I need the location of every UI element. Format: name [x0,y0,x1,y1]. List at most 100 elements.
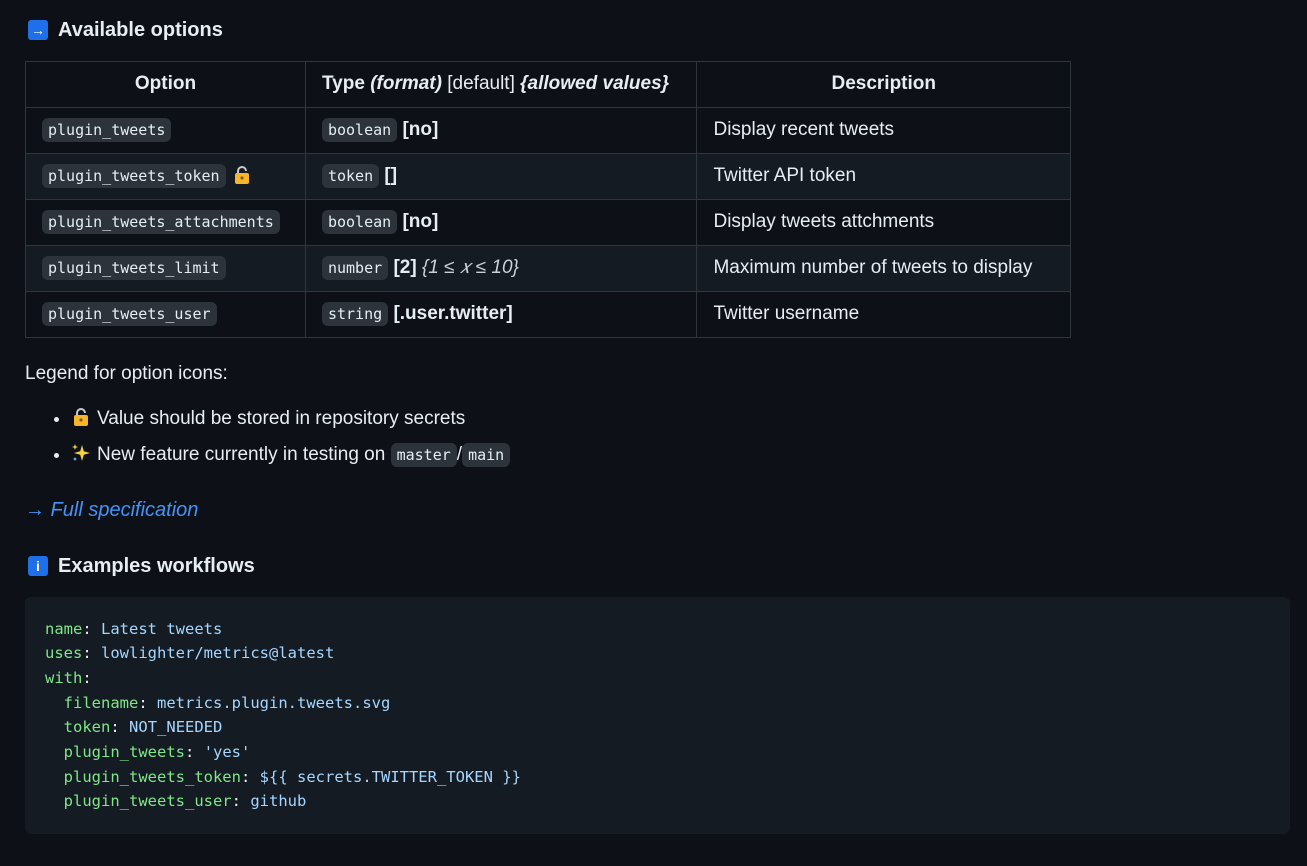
yaml-value: Latest tweets [101,619,223,638]
type-cell: number [2] {1 ≤ 𝑥 ≤ 10} [304,245,698,292]
lock-icon [234,166,249,185]
type-cell: boolean [no] [304,107,698,154]
code-line: with: [45,666,1270,691]
yaml-key: plugin_tweets_user [63,792,232,811]
yaml-value: NOT_NEEDED [129,718,223,737]
header-type: Type (format) [default] {allowed values} [304,61,698,108]
type-cell: boolean [no] [304,199,698,246]
option-cell: plugin_tweets_token [25,153,306,200]
yaml-colon: : [82,619,92,638]
yaml-value: metrics.plugin.tweets.svg [157,693,391,712]
arrow-right-icon: → [28,20,48,40]
yaml-colon: : [82,668,92,687]
yaml-colon: : [110,718,120,737]
type-cell: string [.user.twitter] [304,291,698,338]
yaml-key: filename [63,693,139,712]
yaml-value: ${{ secrets.TWITTER_TOKEN }} [259,767,521,786]
examples-heading: i Examples workflows [25,551,1282,581]
option-name: plugin_tweets [42,118,172,143]
legend-title: Legend for option icons: [25,363,228,384]
default-value: [no] [402,211,439,233]
available-options-heading: → Available options [25,15,1282,45]
default-value: [2] [393,257,417,279]
yaml-colon: : [82,644,92,663]
type-value: boolean [321,118,398,143]
options-table: Option Type (format) [default] {allowed … [25,61,1071,338]
yaml-colon: : [185,743,195,762]
description-cell: Maximum number of tweets to display [696,245,1071,292]
default-value: [no] [402,119,439,141]
yaml-key: with [45,668,83,687]
header-option: Option [25,61,306,108]
table-header-row: Option Type (format) [default] {allowed … [25,61,1071,108]
yaml-colon: : [231,792,241,811]
yaml-key: plugin_tweets [63,743,185,762]
option-cell: plugin_tweets [25,107,306,154]
code-line: name: Latest tweets [45,617,1270,642]
available-options-title: Available options [58,19,223,41]
code-line: plugin_tweets_user: github [45,789,1270,814]
branch-main-code: main [462,442,511,467]
lock-icon [74,407,88,426]
legend-beta-text: New feature currently in testing on [97,443,386,465]
option-cell: plugin_tweets_user [25,291,306,338]
legend-item-secret: Value should be stored in repository sec… [71,401,1282,437]
option-name: plugin_tweets_token [42,164,226,189]
legend-secret-text: Value should be stored in repository sec… [97,407,466,429]
yaml-colon: : [138,693,148,712]
code-line: filename: metrics.plugin.tweets.svg [45,691,1270,716]
header-type-default: [default] [447,73,515,95]
header-type-format: (format) [370,73,442,95]
table-row: plugin_tweets boolean [no] Display recent… [25,107,1071,154]
table-row: plugin_tweets_token token [] Twitter API … [25,153,1071,200]
option-name: plugin_tweets_user [42,302,217,327]
type-cell: token [] [304,153,698,200]
yaml-key: name [45,619,83,638]
code-line: plugin_tweets: 'yes' [45,740,1270,765]
yaml-colon: : [240,767,251,786]
type-value: token [321,164,380,189]
description-cell: Display recent tweets [696,107,1071,154]
description-cell: Twitter username [696,291,1071,338]
option-name: plugin_tweets_attachments [42,210,280,235]
header-type-allowed: {allowed values} [520,73,670,95]
branch-master-code: master [390,442,457,467]
option-cell: plugin_tweets_limit [25,245,306,292]
info-icon: i [28,555,48,576]
readme-content: → Available options Option Type (format)… [0,15,1307,834]
table-row: plugin_tweets_user string [.user.twitter]… [25,291,1071,338]
default-value: [] [384,165,398,187]
full-specification-link[interactable]: → Full specification [25,495,1282,525]
default-value: [.user.twitter] [393,303,513,325]
option-name: plugin_tweets_limit [42,256,226,281]
code-line: uses: lowlighter/metrics@latest [45,641,1270,666]
yaml-value: github [250,792,307,811]
examples-title: Examples workflows [58,554,255,577]
yaml-value: lowlighter/metrics@latest [101,644,335,663]
example-workflow-code[interactable]: name: Latest tweets uses: lowlighter/metr… [25,596,1290,834]
code-line: plugin_tweets_token: ${{ secrets.TWITTER… [45,765,1270,790]
option-cell: plugin_tweets_attachments [25,199,306,246]
yaml-key: uses [45,644,83,663]
description-cell: Display tweets attchments [696,199,1071,246]
legend-item-beta: New feature currently in testing on mast… [71,437,1282,473]
header-type-label: Type [321,73,365,95]
yaml-value: 'yes' [203,743,251,762]
yaml-key: token [63,718,111,737]
description-cell: Twitter API token [696,153,1071,200]
type-value: string [321,302,389,327]
type-value: boolean [321,210,398,235]
table-row: plugin_tweets_attachments boolean [no] Di… [25,199,1071,246]
yaml-key: plugin_tweets_token [63,767,241,786]
type-value: number [321,256,389,281]
header-description: Description [696,61,1071,108]
legend-list: Value should be stored in repository sec… [25,401,1282,473]
allowed-values: {1 ≤ 𝑥 ≤ 10} [421,257,519,279]
code-line: token: NOT_NEEDED [45,715,1270,740]
table-row: plugin_tweets_limit number [2] {1 ≤ 𝑥 ≤ 1… [25,245,1071,292]
